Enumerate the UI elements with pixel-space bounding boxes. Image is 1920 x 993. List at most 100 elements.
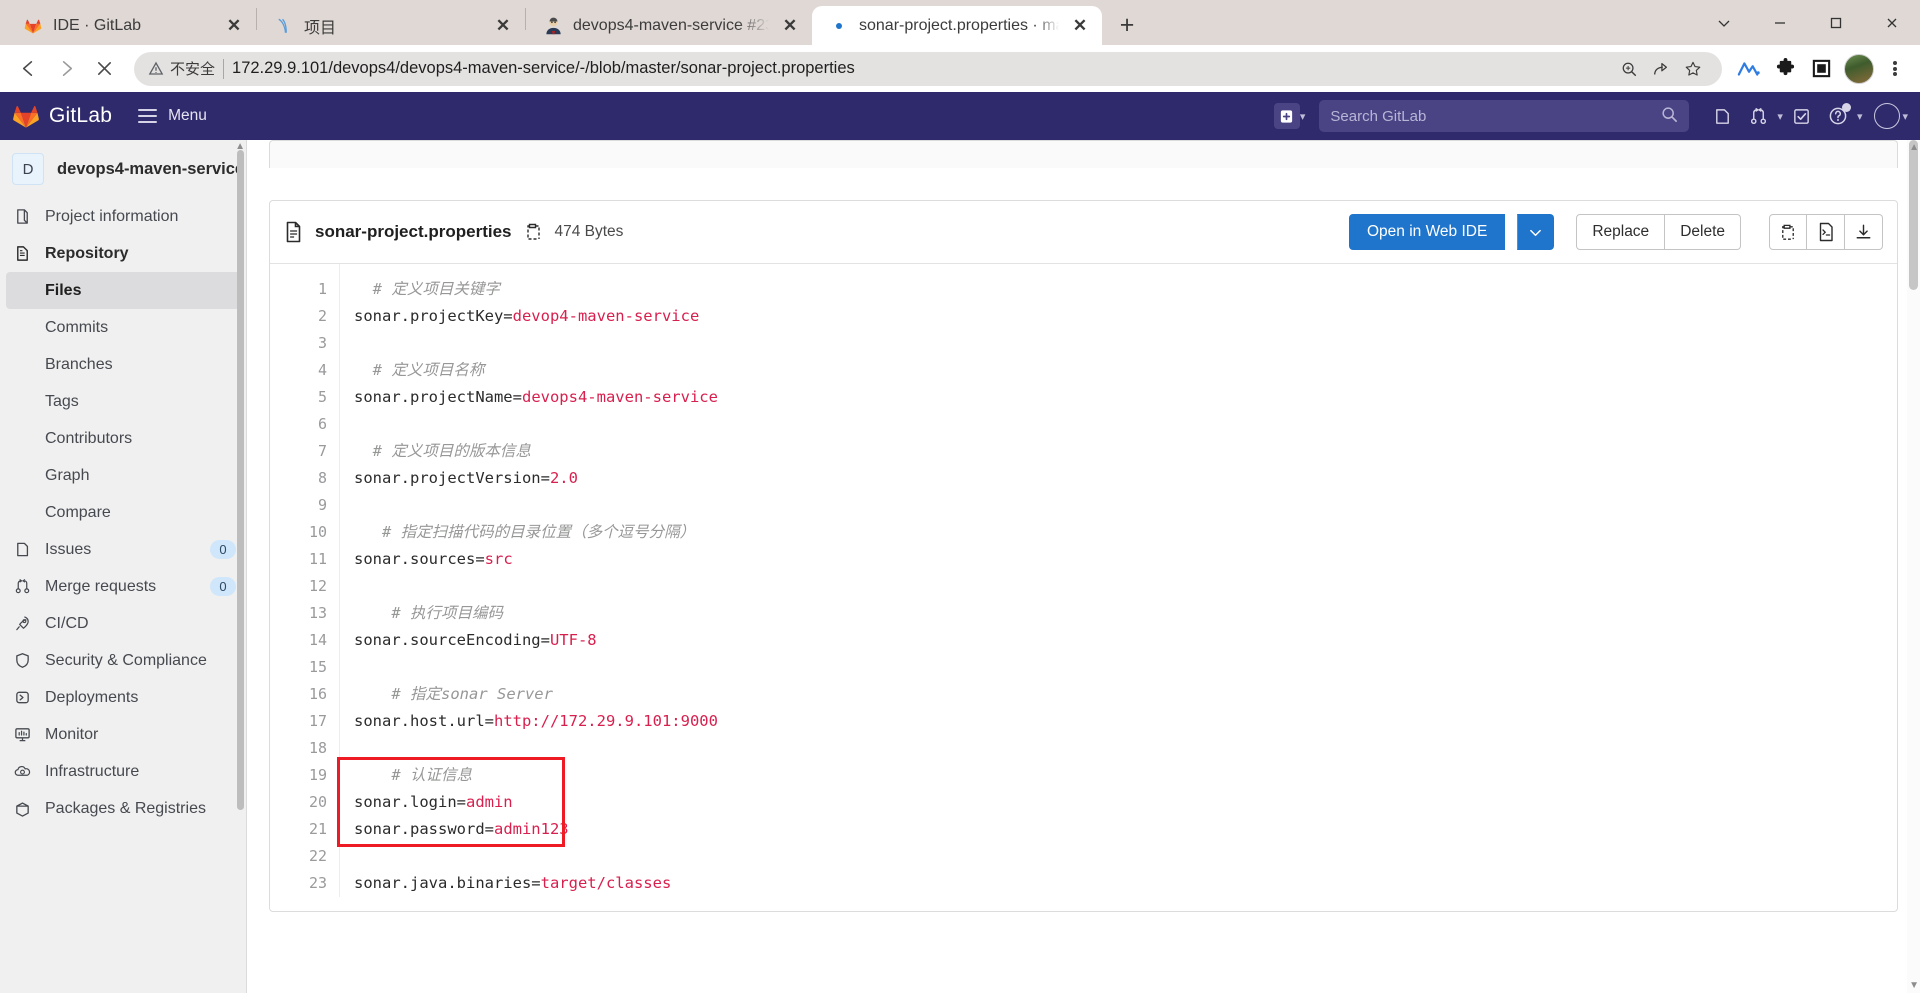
browser-tab-strip: IDE · GitLab ✕ 项目 ✕ devops4-maven-servic… bbox=[0, 0, 1920, 45]
sidebar-item-issues[interactable]: Issues 0 bbox=[0, 531, 246, 568]
profile-avatar[interactable] bbox=[1844, 53, 1874, 84]
sidebar-item-packages-registries[interactable]: Packages & Registries bbox=[0, 790, 246, 827]
delete-button[interactable]: Delete bbox=[1665, 214, 1741, 250]
scroll-up-icon[interactable]: ▲ bbox=[235, 141, 245, 152]
line-number: 3 bbox=[317, 334, 327, 352]
sidebar-item-monitor[interactable]: Monitor bbox=[0, 716, 246, 753]
sidebar-item-commits[interactable]: Commits bbox=[0, 309, 246, 346]
sidebar-item-repository[interactable]: Repository bbox=[0, 235, 246, 272]
line-number: 19 bbox=[308, 766, 327, 784]
browser-tab-2[interactable]: 项目 ✕ bbox=[257, 6, 525, 45]
close-icon[interactable]: ✕ bbox=[222, 14, 246, 38]
open-in-web-ide-button[interactable]: Open in Web IDE bbox=[1348, 214, 1506, 250]
minimize-button[interactable] bbox=[1752, 0, 1808, 45]
scroll-up-icon[interactable]: ▲ bbox=[1909, 142, 1919, 153]
sidebar-item-deployments[interactable]: Deployments bbox=[0, 679, 246, 716]
copy-icon[interactable] bbox=[1769, 214, 1807, 250]
browser-window: IDE · GitLab ✕ 项目 ✕ devops4-maven-servic… bbox=[0, 0, 1920, 993]
browser-tab-3[interactable]: devops4-maven-service #23 C ✕ bbox=[526, 6, 812, 45]
sidebar-item-label: Graph bbox=[45, 466, 90, 484]
sidebar-item-merge-requests[interactable]: Merge requests 0 bbox=[0, 568, 246, 605]
create-new-button[interactable] bbox=[1273, 103, 1300, 129]
new-tab-button[interactable]: + bbox=[1110, 8, 1144, 42]
line-number: 21 bbox=[308, 820, 327, 838]
line-number: 7 bbox=[317, 442, 327, 460]
chevron-down-icon[interactable]: ▾ bbox=[1777, 110, 1783, 123]
stop-loading-icon[interactable] bbox=[86, 51, 122, 87]
close-icon[interactable]: ✕ bbox=[778, 14, 802, 38]
gitlab-wordmark[interactable]: GitLab bbox=[49, 104, 112, 128]
chevron-down-icon[interactable] bbox=[1696, 0, 1752, 45]
gitlab-app: GitLab Menu ▾ Search GitLab ▾ ▾ ▾ D devo… bbox=[0, 92, 1920, 993]
code-key: sonar.password= bbox=[354, 820, 494, 838]
scroll-down-icon[interactable]: ▼ bbox=[1909, 980, 1919, 991]
gitlab-icon[interactable] bbox=[12, 102, 40, 130]
sidebar-item-security-compliance[interactable]: Security & Compliance bbox=[0, 642, 246, 679]
zoom-icon[interactable] bbox=[1614, 54, 1644, 84]
replace-button[interactable]: Replace bbox=[1576, 214, 1666, 250]
puzzle-extension-icon[interactable] bbox=[1768, 51, 1802, 87]
sidebar-item-compare[interactable]: Compare bbox=[0, 494, 246, 531]
project-name: devops4-maven-service bbox=[57, 159, 245, 178]
main-scrollbar-thumb[interactable] bbox=[1909, 140, 1918, 290]
code-comment: # 定义项目名称 bbox=[354, 361, 485, 379]
back-icon[interactable] bbox=[10, 51, 46, 87]
chevron-down-icon[interactable]: ▾ bbox=[1902, 110, 1908, 123]
merge-request-icon[interactable] bbox=[1741, 99, 1775, 133]
help-button[interactable] bbox=[1821, 99, 1855, 133]
sidebar-item-label: Infrastructure bbox=[45, 762, 140, 780]
sidebar-item-branches[interactable]: Branches bbox=[0, 346, 246, 383]
square-extension-icon[interactable] bbox=[1804, 51, 1838, 87]
star-icon[interactable] bbox=[1678, 54, 1708, 84]
sidebar-item-graph[interactable]: Graph bbox=[0, 457, 246, 494]
sidebar-item-tags[interactable]: Tags bbox=[0, 383, 246, 420]
main-menu-button[interactable]: Menu bbox=[138, 107, 207, 125]
todo-check-icon[interactable] bbox=[1785, 99, 1819, 133]
browser-tab-1[interactable]: IDE · GitLab ✕ bbox=[6, 6, 256, 45]
nav-extension-icon[interactable] bbox=[1732, 51, 1766, 87]
gitlab-top-navbar: GitLab Menu ▾ Search GitLab ▾ ▾ ▾ bbox=[0, 92, 1920, 140]
notification-dot bbox=[1841, 103, 1851, 112]
sidebar-item-label: Tags bbox=[45, 392, 79, 410]
gitlab-body: D devops4-maven-service Project informat… bbox=[0, 140, 1920, 993]
raw-file-icon[interactable] bbox=[1807, 214, 1845, 250]
sidebar-item-files[interactable]: Files bbox=[6, 272, 240, 309]
security-indicator[interactable]: 不安全 bbox=[148, 58, 215, 79]
search-input[interactable]: Search GitLab bbox=[1319, 100, 1690, 132]
sidebar-item-label: Issues bbox=[45, 540, 92, 558]
download-icon[interactable] bbox=[1845, 214, 1883, 250]
sidebar-scrollbar[interactable] bbox=[237, 150, 244, 810]
sidebar-item-contributors[interactable]: Contributors bbox=[0, 420, 246, 457]
sidebar-item-infrastructure[interactable]: Infrastructure bbox=[0, 753, 246, 790]
maximize-button[interactable] bbox=[1808, 0, 1864, 45]
issues-icon[interactable] bbox=[1705, 99, 1739, 133]
code-key: sonar.host.url= bbox=[354, 712, 494, 730]
line-number: 1 bbox=[317, 280, 327, 298]
merge-request-icon bbox=[13, 578, 31, 596]
close-window-button[interactable] bbox=[1864, 0, 1920, 45]
close-icon[interactable]: ✕ bbox=[1068, 14, 1092, 38]
code-key: sonar.projectVersion= bbox=[354, 469, 550, 487]
code-line: # 认证信息 bbox=[354, 762, 1897, 789]
main-content: sonar-project.properties 474 Bytes Open … bbox=[247, 140, 1920, 993]
address-bar[interactable]: 不安全 172.29.9.101/devops4/devops4-maven-s… bbox=[134, 51, 1722, 86]
loading-dot-icon bbox=[828, 15, 850, 37]
sidebar-item-label: Project information bbox=[45, 207, 179, 225]
user-avatar[interactable] bbox=[1874, 103, 1901, 129]
share-icon[interactable] bbox=[1646, 54, 1676, 84]
copy-icon[interactable] bbox=[524, 222, 543, 242]
chevron-down-icon[interactable]: ▾ bbox=[1300, 110, 1306, 123]
sidebar-project-header[interactable]: D devops4-maven-service bbox=[0, 140, 246, 198]
code-lines[interactable]: # 定义项目关键字 sonar.projectKey=devop4-maven-s… bbox=[340, 264, 1897, 897]
close-icon[interactable]: ✕ bbox=[491, 14, 515, 38]
info-book-icon bbox=[13, 208, 31, 226]
browser-tab-4-active[interactable]: sonar-project.properties · mast ✕ bbox=[812, 6, 1102, 45]
forward-icon[interactable] bbox=[48, 51, 84, 87]
chevron-down-icon[interactable]: ▾ bbox=[1857, 110, 1863, 123]
omnibox-actions bbox=[1614, 54, 1708, 84]
sidebar-item-project-information[interactable]: Project information bbox=[0, 198, 246, 235]
sidebar-item-ci-cd[interactable]: CI/CD bbox=[0, 605, 246, 642]
kebab-menu-icon[interactable] bbox=[1880, 51, 1910, 87]
open-in-web-ide-dropdown[interactable] bbox=[1517, 214, 1555, 250]
